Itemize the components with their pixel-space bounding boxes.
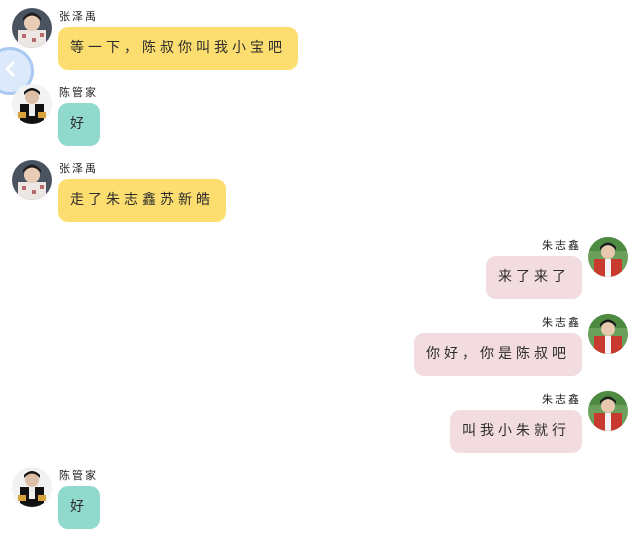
avatar[interactable]: [588, 237, 628, 277]
chevron-left-icon: [1, 60, 19, 82]
message-row: 朱志鑫 叫我小朱就行: [378, 391, 628, 453]
sender-name: 朱志鑫: [542, 393, 581, 406]
sender-name: 朱志鑫: [542, 239, 581, 252]
message-bubble[interactable]: 叫我小朱就行: [450, 410, 582, 453]
message-bubble[interactable]: 好: [58, 103, 100, 146]
message-row: 张泽禹 等一下，陈叔你叫我小宝吧: [12, 8, 312, 70]
avatar[interactable]: [12, 84, 52, 124]
message-bubble[interactable]: 走了朱志鑫苏新皓: [58, 179, 226, 222]
avatar[interactable]: [588, 391, 628, 431]
message-row: 陈管家 好: [12, 84, 212, 146]
sender-name: 陈管家: [59, 86, 98, 99]
avatar[interactable]: [12, 160, 52, 200]
message-row: 张泽禹 走了朱志鑫苏新皓: [12, 160, 272, 222]
message-bubble[interactable]: 好: [58, 486, 100, 529]
avatar[interactable]: [588, 314, 628, 354]
sender-name: 朱志鑫: [542, 316, 581, 329]
message-bubble[interactable]: 等一下，陈叔你叫我小宝吧: [58, 27, 298, 70]
sender-name: 张泽禹: [59, 162, 98, 175]
avatar[interactable]: [12, 467, 52, 507]
message-row: 朱志鑫 来了来了: [428, 237, 628, 299]
message-bubble[interactable]: 你好，你是陈叔吧: [414, 333, 582, 376]
message-bubble[interactable]: 来了来了: [486, 256, 582, 299]
avatar[interactable]: [12, 8, 52, 48]
chat-screen: 张泽禹 等一下，陈叔你叫我小宝吧 陈管家 好 张泽禹 走了朱志鑫苏新皓 朱志鑫 …: [0, 0, 640, 543]
sender-name: 张泽禹: [59, 10, 98, 23]
message-row: 朱志鑫 你好，你是陈叔吧: [378, 314, 628, 376]
message-row: 陈管家 好: [12, 467, 212, 529]
sender-name: 陈管家: [59, 469, 98, 482]
